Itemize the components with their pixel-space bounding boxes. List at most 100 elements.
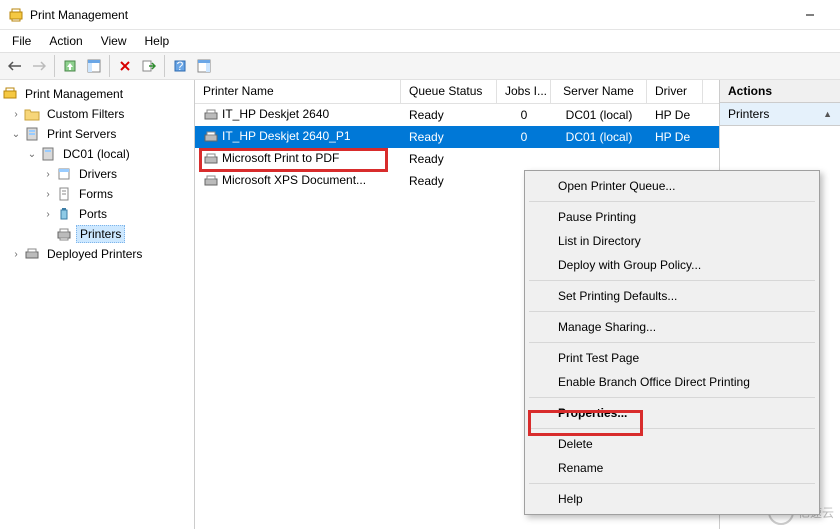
column-driver[interactable]: Driver bbox=[647, 80, 703, 103]
actions-item-label: Printers bbox=[728, 107, 769, 121]
driver-cell bbox=[647, 157, 703, 161]
menu-action[interactable]: Action bbox=[41, 32, 90, 50]
driver-cell: HP De bbox=[647, 106, 703, 124]
printer-name-cell: Microsoft Print to PDF bbox=[222, 151, 339, 165]
tree-label: Print Servers bbox=[44, 126, 119, 142]
navigation-tree[interactable]: Print Management › Custom Filters ⌄ Prin… bbox=[0, 80, 195, 529]
menu-bar: File Action View Help bbox=[0, 30, 840, 52]
tree-deployed-printers[interactable]: › Deployed Printers bbox=[0, 244, 194, 264]
tree-label: Deployed Printers bbox=[44, 246, 145, 262]
column-printer-name[interactable]: Printer Name bbox=[195, 80, 401, 103]
tree-custom-filters[interactable]: › Custom Filters bbox=[0, 104, 194, 124]
menu-pause-printing[interactable]: Pause Printing bbox=[528, 205, 816, 229]
tree-label: Drivers bbox=[76, 166, 120, 182]
menu-separator bbox=[529, 342, 815, 343]
menu-print-test-page[interactable]: Print Test Page bbox=[528, 346, 816, 370]
menu-separator bbox=[529, 311, 815, 312]
collapse-icon[interactable]: ⌄ bbox=[24, 146, 40, 162]
toolbar-separator bbox=[109, 55, 110, 77]
printer-row[interactable]: Microsoft Print to PDF Ready bbox=[195, 148, 719, 170]
queue-status-cell: Ready bbox=[401, 150, 497, 168]
printer-row-selected[interactable]: IT_HP Deskjet 2640_P1 Ready 0 DC01 (loca… bbox=[195, 126, 719, 148]
menu-properties[interactable]: Properties... bbox=[528, 401, 816, 425]
jobs-cell: 0 bbox=[497, 106, 551, 124]
expand-icon[interactable]: › bbox=[8, 246, 24, 262]
menu-separator bbox=[529, 201, 815, 202]
tree-print-servers[interactable]: ⌄ Print Servers bbox=[0, 124, 194, 144]
menu-separator bbox=[529, 428, 815, 429]
column-queue-status[interactable]: Queue Status bbox=[401, 80, 497, 103]
tree-server[interactable]: ⌄ DC01 (local) bbox=[0, 144, 194, 164]
column-server-name[interactable]: Server Name bbox=[551, 80, 647, 103]
menu-file[interactable]: File bbox=[4, 32, 39, 50]
tree-drivers[interactable]: › Drivers bbox=[0, 164, 194, 184]
column-jobs[interactable]: Jobs I... bbox=[497, 80, 551, 103]
menu-separator bbox=[529, 483, 815, 484]
printer-icon bbox=[203, 129, 219, 145]
printer-icon bbox=[203, 173, 219, 189]
deployed-printer-icon bbox=[24, 246, 40, 262]
server-icon bbox=[40, 146, 56, 162]
menu-view[interactable]: View bbox=[93, 32, 135, 50]
tree-printers[interactable]: Printers bbox=[0, 224, 194, 244]
printer-context-menu[interactable]: Open Printer Queue... Pause Printing Lis… bbox=[524, 170, 820, 515]
back-button[interactable] bbox=[4, 55, 26, 77]
port-icon bbox=[56, 206, 72, 222]
delete-button[interactable] bbox=[114, 55, 136, 77]
column-headers: Printer Name Queue Status Jobs I... Serv… bbox=[195, 80, 719, 104]
layout-button[interactable] bbox=[193, 55, 215, 77]
tree-forms[interactable]: › Forms bbox=[0, 184, 194, 204]
server-icon bbox=[24, 126, 40, 142]
expand-icon[interactable]: › bbox=[8, 106, 24, 122]
server-cell: DC01 (local) bbox=[551, 128, 647, 146]
expand-icon[interactable]: › bbox=[40, 186, 56, 202]
forward-button[interactable] bbox=[28, 55, 50, 77]
menu-help[interactable]: Help bbox=[528, 487, 816, 511]
menu-rename[interactable]: Rename bbox=[528, 456, 816, 480]
printer-name-cell: Microsoft XPS Document... bbox=[222, 173, 366, 187]
minimize-button[interactable] bbox=[788, 1, 832, 29]
toolbar-separator bbox=[164, 55, 165, 77]
folder-icon bbox=[24, 106, 40, 122]
menu-open-queue[interactable]: Open Printer Queue... bbox=[528, 174, 816, 198]
help-button[interactable]: ? bbox=[169, 55, 191, 77]
printer-row[interactable]: IT_HP Deskjet 2640 Ready 0 DC01 (local) … bbox=[195, 104, 719, 126]
tree-ports[interactable]: › Ports bbox=[0, 204, 194, 224]
server-cell: DC01 (local) bbox=[551, 106, 647, 124]
menu-help[interactable]: Help bbox=[137, 32, 178, 50]
menu-branch-printing[interactable]: Enable Branch Office Direct Printing bbox=[528, 370, 816, 394]
show-tree-button[interactable] bbox=[83, 55, 105, 77]
menu-deploy-group-policy[interactable]: Deploy with Group Policy... bbox=[528, 253, 816, 277]
menu-delete[interactable]: Delete bbox=[528, 432, 816, 456]
driver-icon bbox=[56, 166, 72, 182]
form-icon bbox=[56, 186, 72, 202]
printer-name-cell: IT_HP Deskjet 2640_P1 bbox=[222, 129, 351, 143]
menu-separator bbox=[529, 280, 815, 281]
server-cell bbox=[551, 157, 647, 161]
queue-status-cell: Ready bbox=[401, 128, 497, 146]
actions-printers[interactable]: Printers ▲ bbox=[720, 103, 840, 126]
tree-root[interactable]: Print Management bbox=[0, 84, 194, 104]
chevron-up-icon: ▲ bbox=[823, 109, 832, 119]
jobs-cell: 0 bbox=[497, 128, 551, 146]
menu-list-directory[interactable]: List in Directory bbox=[528, 229, 816, 253]
menu-manage-sharing[interactable]: Manage Sharing... bbox=[528, 315, 816, 339]
expand-icon[interactable]: › bbox=[40, 166, 56, 182]
tree-label: Forms bbox=[76, 186, 116, 202]
toolbar-separator bbox=[54, 55, 55, 77]
printer-icon bbox=[203, 107, 219, 123]
app-icon bbox=[8, 7, 24, 23]
queue-status-cell: Ready bbox=[401, 106, 497, 124]
export-button[interactable] bbox=[138, 55, 160, 77]
driver-cell: HP De bbox=[647, 128, 703, 146]
printer-icon bbox=[203, 151, 219, 167]
collapse-icon[interactable]: ⌄ bbox=[8, 126, 24, 142]
expand-icon[interactable]: › bbox=[40, 206, 56, 222]
up-button[interactable] bbox=[59, 55, 81, 77]
jobs-cell bbox=[497, 157, 551, 161]
menu-printing-defaults[interactable]: Set Printing Defaults... bbox=[528, 284, 816, 308]
toolbar: ? bbox=[0, 52, 840, 80]
tree-label: Ports bbox=[76, 206, 110, 222]
tree-label: Custom Filters bbox=[44, 106, 127, 122]
printer-name-cell: IT_HP Deskjet 2640 bbox=[222, 107, 329, 121]
